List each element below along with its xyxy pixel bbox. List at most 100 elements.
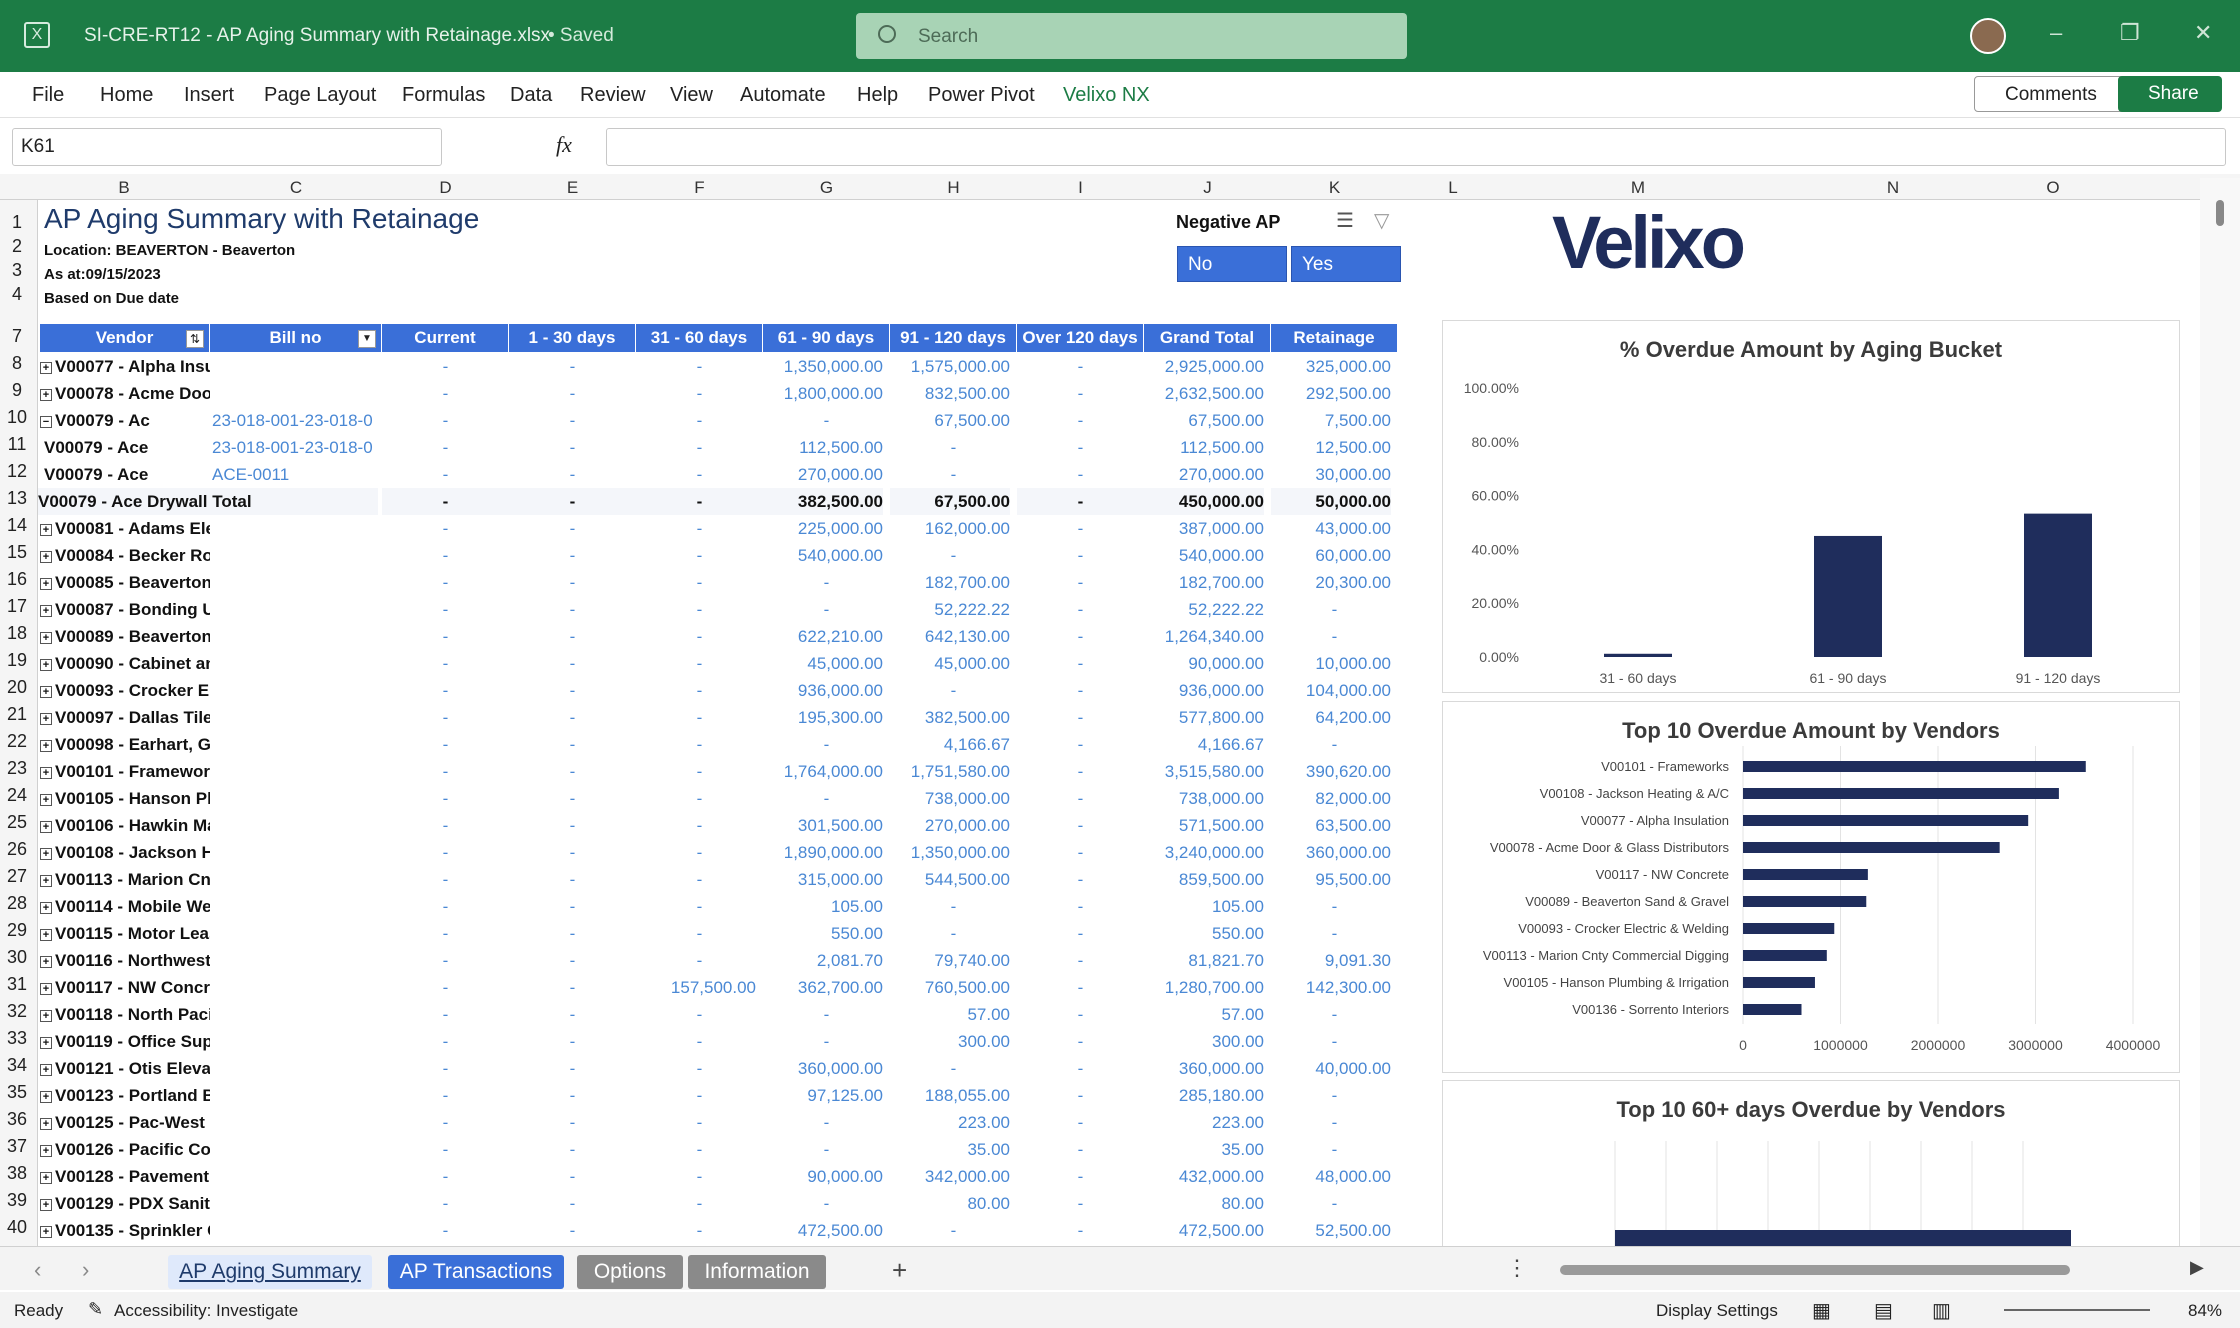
- header-91-120[interactable]: 91 - 120 days: [890, 324, 1017, 352]
- accessibility-status[interactable]: Accessibility: Investigate: [114, 1301, 298, 1321]
- amount-cell-d2[interactable]: -: [636, 461, 763, 488]
- amount-cell-d3[interactable]: 1,890,000.00: [763, 839, 883, 866]
- amount-cell-t[interactable]: 450,000.00: [1144, 488, 1264, 515]
- amount-cell-d4[interactable]: 182,700.00: [890, 569, 1010, 596]
- horizontal-scrollbar[interactable]: [1560, 1265, 2070, 1275]
- amount-cell-d4[interactable]: 1,575,000.00: [890, 353, 1010, 380]
- amount-cell-c[interactable]: -: [382, 650, 509, 677]
- amount-cell-d3[interactable]: 1,800,000.00: [763, 380, 883, 407]
- tab-ap-aging-summary[interactable]: AP Aging Summary: [168, 1255, 372, 1289]
- amount-cell-c[interactable]: -: [382, 353, 509, 380]
- amount-cell-d5[interactable]: -: [1017, 1055, 1144, 1082]
- amount-cell-c[interactable]: -: [382, 839, 509, 866]
- amount-cell-c[interactable]: -: [382, 569, 509, 596]
- tab-options[interactable]: Options: [577, 1255, 683, 1289]
- amount-cell-d1[interactable]: -: [509, 623, 636, 650]
- amount-cell-t[interactable]: 105.00: [1144, 893, 1264, 920]
- amount-cell-d4[interactable]: 57.00: [890, 1001, 1010, 1028]
- amount-cell-d4[interactable]: 79,740.00: [890, 947, 1010, 974]
- vendor-cell[interactable]: +V00108 - Jackson Heating & A/C: [40, 839, 210, 866]
- amount-cell-d4[interactable]: 162,000.00: [890, 515, 1010, 542]
- chart-top10-vendors[interactable]: Top 10 Overdue Amount by Vendors 0 100000…: [1442, 701, 2180, 1073]
- amount-cell-d3[interactable]: 97,125.00: [763, 1082, 883, 1109]
- amount-cell-rt[interactable]: -: [1271, 1190, 1398, 1217]
- amount-cell-d2[interactable]: -: [636, 812, 763, 839]
- amount-cell-t[interactable]: 300.00: [1144, 1028, 1264, 1055]
- vendor-cell[interactable]: +V00126 - Pacific Coast Telephone: [40, 1136, 210, 1163]
- vendor-cell[interactable]: V00079 - Ace Dryw: [44, 461, 154, 488]
- row-header[interactable]: 19: [0, 650, 34, 671]
- amount-cell-d5[interactable]: -: [1017, 569, 1144, 596]
- amount-cell-c[interactable]: -: [382, 1190, 509, 1217]
- amount-cell-d1[interactable]: -: [509, 1028, 636, 1055]
- amount-cell-d3[interactable]: 90,000.00: [763, 1163, 883, 1190]
- amount-cell-d1[interactable]: -: [509, 785, 636, 812]
- tab-information[interactable]: Information: [688, 1255, 826, 1289]
- amount-cell-rt[interactable]: 360,000.00: [1271, 839, 1391, 866]
- col-o[interactable]: O: [2018, 178, 2088, 198]
- bill-no-cell[interactable]: 23-018-001-23-018-0: [212, 407, 380, 434]
- vendor-cell[interactable]: +V00135 - Sprinkler Contractors: [40, 1217, 210, 1244]
- amount-cell-d3[interactable]: 1,764,000.00: [763, 758, 883, 785]
- amount-cell-d3[interactable]: 1,350,000.00: [763, 353, 883, 380]
- amount-cell-d1[interactable]: -: [509, 1001, 636, 1028]
- amount-cell-d1[interactable]: -: [509, 461, 636, 488]
- expand-icon[interactable]: +: [40, 766, 52, 779]
- amount-cell-d2[interactable]: -: [636, 1217, 763, 1244]
- amount-cell-d4[interactable]: 1,350,000.00: [890, 839, 1010, 866]
- row-header[interactable]: 31: [0, 974, 34, 995]
- col-m[interactable]: M: [1508, 178, 1768, 198]
- amount-cell-rt[interactable]: 64,200.00: [1271, 704, 1391, 731]
- share-button[interactable]: Share: [2118, 76, 2222, 112]
- amount-cell-d2[interactable]: -: [636, 1082, 763, 1109]
- expand-icon[interactable]: +: [40, 550, 52, 563]
- amount-cell-d1[interactable]: -: [509, 569, 636, 596]
- row-header[interactable]: 3: [0, 260, 34, 281]
- amount-cell-d2[interactable]: -: [636, 569, 763, 596]
- amount-cell-d4[interactable]: 223.00: [890, 1109, 1010, 1136]
- close-icon[interactable]: ✕: [2194, 20, 2212, 46]
- amount-cell-d3[interactable]: -: [763, 1109, 890, 1136]
- row-header[interactable]: 22: [0, 731, 34, 752]
- vendor-cell[interactable]: +V00101 - Frameworks: [40, 758, 210, 785]
- function-icon[interactable]: fx: [556, 132, 572, 158]
- amount-cell-c[interactable]: -: [382, 893, 509, 920]
- amount-cell-d5[interactable]: -: [1017, 461, 1144, 488]
- expand-icon[interactable]: +: [40, 847, 52, 860]
- amount-cell-t[interactable]: 360,000.00: [1144, 1055, 1264, 1082]
- worksheet-grid[interactable]: AP Aging Summary with Retainage Location…: [38, 200, 2200, 1246]
- amount-cell-rt[interactable]: 30,000.00: [1271, 461, 1391, 488]
- amount-cell-d4[interactable]: 67,500.00: [890, 407, 1010, 434]
- vendor-cell[interactable]: +V00123 - Portland Building Supply: [40, 1082, 210, 1109]
- row-header[interactable]: 40: [0, 1217, 34, 1238]
- amount-cell-c[interactable]: -: [382, 1001, 509, 1028]
- avatar[interactable]: [1970, 18, 2006, 54]
- amount-cell-rt[interactable]: 7,500.00: [1271, 407, 1391, 434]
- menu-page-layout[interactable]: Page Layout: [264, 84, 376, 107]
- amount-cell-rt[interactable]: -: [1271, 893, 1398, 920]
- normal-view-icon[interactable]: ▦: [1812, 1298, 1831, 1323]
- amount-cell-d3[interactable]: 301,500.00: [763, 812, 883, 839]
- row-header[interactable]: 26: [0, 839, 34, 860]
- row-header[interactable]: 33: [0, 1028, 34, 1049]
- amount-cell-d1[interactable]: -: [509, 1136, 636, 1163]
- amount-cell-rt[interactable]: 142,300.00: [1271, 974, 1391, 1001]
- amount-cell-d2[interactable]: -: [636, 1136, 763, 1163]
- row-header[interactable]: 12: [0, 461, 34, 482]
- row-header[interactable]: 4: [0, 284, 34, 305]
- amount-cell-d1[interactable]: -: [509, 677, 636, 704]
- amount-cell-d1[interactable]: -: [509, 920, 636, 947]
- amount-cell-d5[interactable]: -: [1017, 758, 1144, 785]
- amount-cell-c[interactable]: -: [382, 1028, 509, 1055]
- expand-icon[interactable]: +: [40, 604, 52, 617]
- amount-cell-d4[interactable]: -: [890, 920, 1017, 947]
- expand-icon[interactable]: +: [40, 982, 52, 995]
- amount-cell-d5[interactable]: -: [1017, 1217, 1144, 1244]
- amount-cell-d1[interactable]: -: [509, 839, 636, 866]
- amount-cell-c[interactable]: -: [382, 812, 509, 839]
- amount-cell-t[interactable]: 472,500.00: [1144, 1217, 1264, 1244]
- amount-cell-d4[interactable]: -: [890, 461, 1017, 488]
- amount-cell-d3[interactable]: 45,000.00: [763, 650, 883, 677]
- amount-cell-t[interactable]: 577,800.00: [1144, 704, 1264, 731]
- amount-cell-rt[interactable]: 48,000.00: [1271, 1163, 1391, 1190]
